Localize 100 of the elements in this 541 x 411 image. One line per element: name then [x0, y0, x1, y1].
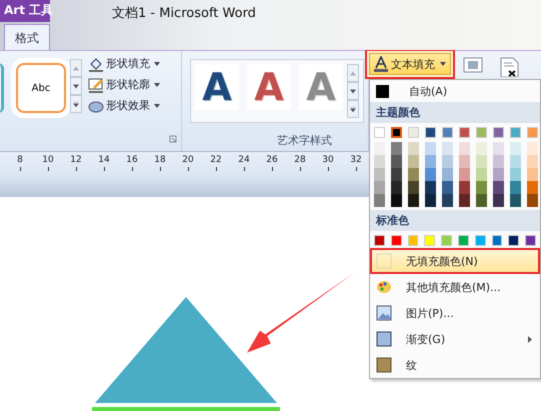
color-swatch[interactable]	[459, 142, 470, 155]
dropdown-caret-icon[interactable]	[154, 62, 160, 66]
gradient-square-icon	[376, 331, 392, 347]
color-swatch[interactable]	[527, 127, 538, 138]
color-swatch[interactable]	[425, 194, 436, 207]
color-swatch[interactable]	[424, 235, 436, 246]
palette-icon	[376, 279, 392, 295]
shape-command-button[interactable]: 形状效果	[106, 98, 150, 113]
color-swatch[interactable]	[374, 142, 385, 155]
color-swatch[interactable]	[527, 142, 538, 155]
dialog-launcher-icon[interactable]	[169, 135, 177, 143]
color-swatch[interactable]	[374, 155, 385, 168]
color-swatch[interactable]	[408, 194, 419, 207]
color-swatch[interactable]	[408, 127, 419, 138]
ruler-number: 26	[266, 155, 278, 165]
ribbon-tab[interactable]: 格式	[4, 24, 50, 50]
color-swatch[interactable]	[476, 168, 487, 181]
color-swatch[interactable]	[442, 127, 453, 138]
menu-item[interactable]: 图片(P)...	[370, 300, 540, 326]
menu-item[interactable]: 无填充颜色(N)	[370, 248, 540, 274]
color-swatch[interactable]	[374, 127, 385, 138]
color-swatch[interactable]	[391, 181, 402, 194]
color-swatch[interactable]	[525, 235, 536, 246]
color-swatch[interactable]	[374, 168, 385, 181]
gallery-scroll-buttons[interactable]	[347, 64, 359, 118]
color-swatch[interactable]	[476, 127, 487, 138]
dropdown-caret-icon[interactable]	[154, 82, 160, 86]
color-swatch[interactable]	[510, 194, 521, 207]
document-icon[interactable]	[499, 57, 519, 77]
color-swatch[interactable]	[442, 181, 453, 194]
color-swatch[interactable]	[425, 168, 436, 181]
color-swatch[interactable]	[493, 181, 504, 194]
color-swatch[interactable]	[425, 181, 436, 194]
dropdown-caret-icon[interactable]	[154, 104, 160, 108]
color-swatch[interactable]	[510, 127, 521, 138]
color-swatch[interactable]	[425, 155, 436, 168]
dropdown-caret-icon	[440, 62, 446, 66]
color-swatch[interactable]	[474, 235, 486, 246]
menu-item[interactable]: 纹	[370, 352, 540, 378]
color-swatch[interactable]	[508, 235, 520, 246]
color-swatch[interactable]	[476, 194, 487, 207]
color-swatch[interactable]	[527, 168, 538, 181]
color-swatch[interactable]	[527, 181, 538, 194]
color-swatch[interactable]	[391, 155, 402, 168]
color-swatch[interactable]	[374, 181, 385, 194]
color-swatch[interactable]	[459, 155, 470, 168]
picture-icon[interactable]	[463, 57, 483, 73]
color-swatch[interactable]	[458, 235, 469, 246]
color-swatch[interactable]	[493, 194, 504, 207]
ruler-number: 10	[42, 155, 54, 165]
color-swatch[interactable]	[510, 181, 521, 194]
color-swatch[interactable]	[441, 235, 452, 246]
color-swatch[interactable]	[442, 168, 453, 181]
menu-item[interactable]: 其他填充颜色(M)...	[370, 274, 540, 300]
empty-square-icon	[376, 253, 392, 269]
color-swatch[interactable]	[459, 168, 470, 181]
color-swatch[interactable]	[391, 168, 402, 181]
color-swatch[interactable]	[442, 155, 453, 168]
color-swatch[interactable]	[510, 155, 521, 168]
color-swatch[interactable]	[459, 194, 470, 207]
color-swatch[interactable]	[425, 127, 436, 138]
color-swatch[interactable]	[459, 127, 470, 138]
color-swatch[interactable]	[476, 142, 487, 155]
color-swatch[interactable]	[376, 84, 389, 98]
color-swatch[interactable]	[391, 127, 402, 138]
window-title: 文档1 - Microsoft Word	[112, 5, 256, 22]
color-swatch[interactable]	[425, 142, 436, 155]
color-swatch[interactable]	[476, 155, 487, 168]
color-swatch[interactable]	[476, 181, 487, 194]
color-swatch[interactable]	[527, 155, 538, 168]
group-label: 艺术字样式	[277, 133, 333, 148]
shape-command-button[interactable]: 形状轮廓	[106, 77, 150, 92]
color-swatch[interactable]	[527, 194, 538, 207]
color-swatch[interactable]	[408, 155, 419, 168]
color-swatch[interactable]	[492, 235, 502, 246]
color-swatch[interactable]	[442, 194, 453, 207]
color-swatch[interactable]	[493, 142, 504, 155]
color-swatch[interactable]	[374, 235, 385, 246]
color-swatch[interactable]	[493, 127, 504, 138]
menu-item[interactable]: 自动(A)	[409, 84, 448, 98]
wordart-style-thumbnail[interactable]: A	[247, 64, 291, 110]
color-swatch[interactable]	[408, 181, 419, 194]
color-swatch[interactable]	[493, 168, 504, 181]
color-swatch[interactable]	[390, 235, 402, 246]
color-swatch[interactable]	[408, 142, 419, 155]
shape-command-button[interactable]: 形状填充	[106, 56, 150, 71]
wordart-style-thumbnail[interactable]: A	[195, 64, 239, 110]
ruler-number: 18	[154, 155, 166, 165]
color-swatch[interactable]	[493, 155, 504, 168]
color-swatch[interactable]	[510, 142, 521, 155]
color-swatch[interactable]	[510, 168, 521, 181]
color-swatch[interactable]	[408, 168, 419, 181]
gallery-scroll-buttons[interactable]	[70, 59, 82, 113]
color-swatch[interactable]	[374, 194, 385, 207]
color-swatch[interactable]	[459, 181, 470, 194]
color-swatch[interactable]	[391, 194, 402, 207]
color-swatch[interactable]	[408, 235, 418, 246]
menu-item[interactable]: 渐变(G)	[370, 326, 540, 352]
color-swatch[interactable]	[442, 142, 453, 155]
color-swatch[interactable]	[391, 142, 402, 155]
